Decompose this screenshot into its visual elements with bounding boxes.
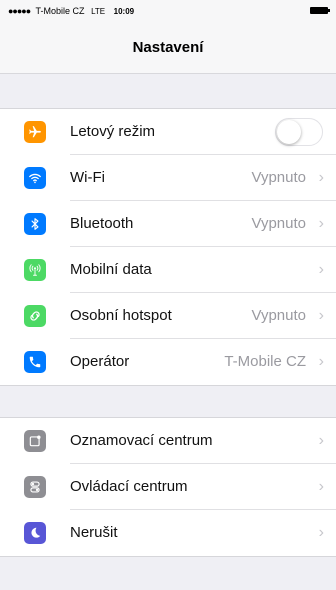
phone-icon (24, 351, 46, 373)
bluetooth-icon (24, 213, 46, 235)
toggle-knob (277, 120, 301, 144)
settings-row-value: Vypnuto (251, 215, 307, 232)
battery-icon (310, 7, 330, 14)
notification-center-icon (24, 430, 46, 452)
settings-row-do-not-disturb[interactable]: Nerušit › (0, 510, 336, 556)
notification-settings-group: Oznamovací centrum › Ovládací centrum › … (0, 417, 336, 557)
settings-row-label: Nerušit (70, 524, 118, 541)
settings-row-control-center[interactable]: Ovládací centrum › (0, 464, 336, 510)
settings-row-label: Osobní hotspot (70, 307, 172, 324)
settings-row-label: Wi-Fi (70, 169, 105, 186)
airplane-mode-toggle[interactable] (275, 118, 323, 146)
wifi-icon (24, 167, 46, 189)
network-type: LTE (91, 7, 106, 16)
settings-row-wifi[interactable]: Wi-Fi Vypnuto › (0, 155, 336, 201)
airplane-icon (24, 121, 46, 143)
settings-row-label: Ovládací centrum (70, 478, 188, 495)
settings-row-label: Oznamovací centrum (70, 432, 213, 449)
clock: 10:09 (113, 7, 135, 16)
settings-row-carrier[interactable]: Operátor T-Mobile CZ › (0, 339, 336, 385)
chevron-right-icon: › (318, 478, 324, 495)
settings-row-airplane-mode[interactable]: Letový režim (0, 109, 336, 155)
antenna-icon (24, 259, 46, 281)
settings-row-value: T-Mobile CZ (224, 353, 306, 370)
chevron-right-icon: › (318, 169, 324, 186)
settings-row-label: Mobilní data (70, 261, 152, 278)
status-bar: ●●●●● T-Mobile CZ LTE 10:09 (0, 0, 336, 22)
settings-row-personal-hotspot[interactable]: Osobní hotspot Vypnuto › (0, 293, 336, 339)
settings-row-bluetooth[interactable]: Bluetooth Vypnuto › (0, 201, 336, 247)
settings-row-value: Vypnuto (251, 169, 307, 186)
settings-row-label: Bluetooth (70, 215, 134, 232)
hotspot-icon (24, 305, 46, 327)
chevron-right-icon: › (318, 261, 324, 278)
settings-row-label: Operátor (70, 353, 130, 370)
settings-row-label: Letový režim (70, 123, 156, 140)
signal-strength-icon: ●●●●● (8, 6, 31, 16)
moon-icon (24, 522, 46, 544)
settings-row-mobile-data[interactable]: Mobilní data › (0, 247, 336, 293)
settings-row-notification-center[interactable]: Oznamovací centrum › (0, 418, 336, 464)
chevron-right-icon: › (318, 353, 324, 370)
chevron-right-icon: › (318, 307, 324, 324)
connectivity-settings-group: Letový režim Wi-Fi Vypnuto › Bluetooth V… (0, 108, 336, 386)
settings-row-value: Vypnuto (251, 307, 307, 324)
chevron-right-icon: › (318, 215, 324, 232)
navigation-bar: Nastavení (0, 22, 336, 74)
carrier-name: T-Mobile CZ (35, 6, 85, 16)
control-center-icon (24, 476, 46, 498)
chevron-right-icon: › (318, 432, 324, 449)
chevron-right-icon: › (318, 524, 324, 541)
page-title: Nastavení (132, 39, 204, 56)
